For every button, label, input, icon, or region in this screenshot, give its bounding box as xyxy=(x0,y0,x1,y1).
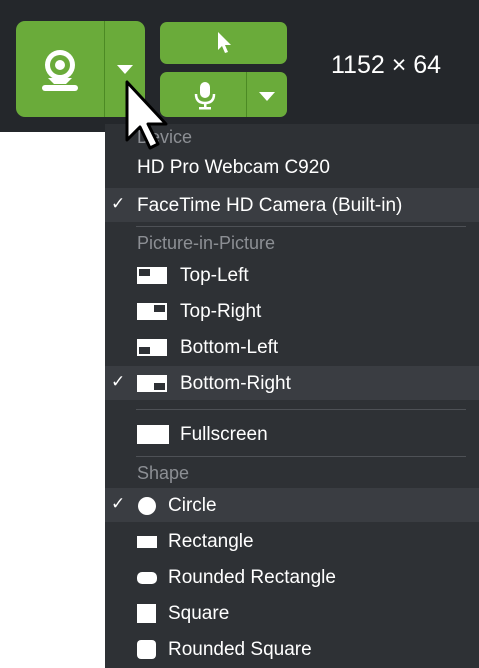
menu-item-label: Bottom-Right xyxy=(180,373,291,394)
shape-item-square[interactable]: Square xyxy=(105,596,479,630)
recording-toolbar: 1152 × 64 xyxy=(0,0,479,132)
menu-item-label: HD Pro Webcam C920 xyxy=(137,157,330,178)
pip-item-fullscreen[interactable]: Fullscreen xyxy=(105,417,479,451)
menu-divider xyxy=(136,226,466,227)
recording-dimensions: 1152 × 64 xyxy=(331,51,442,79)
pip-item-bottom-left[interactable]: Bottom-Left xyxy=(105,330,479,364)
check-icon: ✓ xyxy=(111,494,126,513)
button-separator xyxy=(104,21,105,117)
rectangle-shape-icon xyxy=(137,536,157,548)
shape-item-rounded-rectangle[interactable]: Rounded Rectangle xyxy=(105,560,479,594)
check-icon: ✓ xyxy=(111,372,126,391)
device-item-facetime-camera[interactable]: ✓ FaceTime HD Camera (Built-in) xyxy=(105,188,479,222)
menu-item-label: FaceTime HD Camera (Built-in) xyxy=(137,195,403,216)
fullscreen-icon xyxy=(137,425,169,444)
menu-item-label: Top-Left xyxy=(180,265,249,286)
pip-bottom-right-icon xyxy=(137,375,167,392)
menu-item-label: Rounded Rectangle xyxy=(168,567,336,588)
microphone-icon xyxy=(194,82,216,110)
shape-item-circle[interactable]: ✓ Circle xyxy=(105,488,479,522)
menu-divider xyxy=(136,409,466,410)
menu-item-label: Square xyxy=(168,603,230,624)
microphone-toggle-button[interactable] xyxy=(160,72,246,117)
shape-item-rectangle[interactable]: Rectangle xyxy=(105,524,479,558)
pip-top-right-icon xyxy=(137,303,167,320)
webcam-toggle-button[interactable] xyxy=(16,21,104,117)
square-shape-icon xyxy=(137,604,156,623)
shape-item-rounded-square[interactable]: Rounded Square xyxy=(105,632,479,666)
menu-item-label: Fullscreen xyxy=(180,424,268,445)
webcam-options-menu: Device HD Pro Webcam C920 ✓ FaceTime HD … xyxy=(105,124,479,668)
menu-item-label: Rounded Square xyxy=(168,639,312,660)
shape-section-header: Shape xyxy=(137,463,190,483)
menu-item-label: Circle xyxy=(168,495,217,516)
pip-item-top-right[interactable]: Top-Right xyxy=(105,294,479,328)
pip-bottom-left-icon xyxy=(137,339,167,356)
pointer-icon xyxy=(218,32,231,53)
pip-item-top-left[interactable]: Top-Left xyxy=(105,258,479,292)
device-item-hd-pro-webcam[interactable]: HD Pro Webcam C920 xyxy=(105,150,479,184)
chevron-down-icon xyxy=(259,92,275,101)
pip-item-bottom-right[interactable]: ✓ Bottom-Right xyxy=(105,366,479,400)
cursor-toggle-button[interactable] xyxy=(160,22,287,64)
menu-divider xyxy=(136,456,466,457)
menu-item-label: Rectangle xyxy=(168,531,254,552)
circle-shape-icon xyxy=(138,497,156,515)
menu-item-label: Bottom-Left xyxy=(180,337,279,358)
pip-top-left-icon xyxy=(137,267,167,284)
button-separator xyxy=(246,72,247,117)
pip-section-header: Picture-in-Picture xyxy=(137,233,276,253)
check-icon: ✓ xyxy=(111,194,126,213)
rounded-rectangle-shape-icon xyxy=(137,572,157,584)
rounded-square-shape-icon xyxy=(137,640,156,659)
microphone-options-button[interactable] xyxy=(247,72,287,117)
menu-item-label: Top-Right xyxy=(180,301,262,322)
mouse-cursor-icon xyxy=(125,80,168,150)
webcam-icon xyxy=(42,50,78,91)
chevron-down-icon xyxy=(117,65,133,74)
